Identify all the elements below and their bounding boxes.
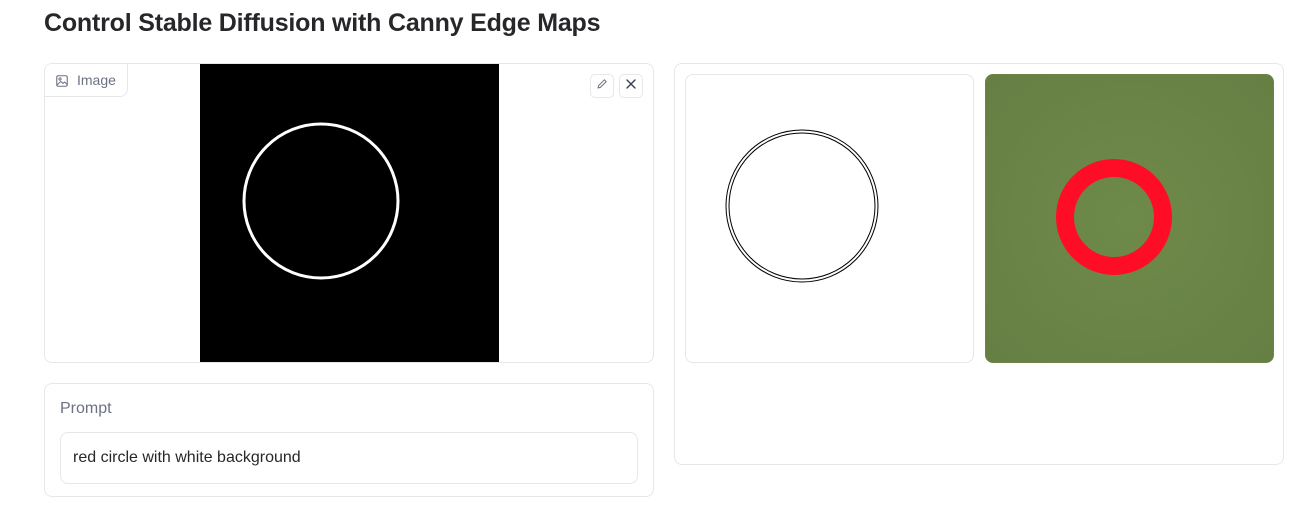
output-gallery (674, 63, 1284, 465)
image-toolbar (590, 74, 643, 98)
image-icon (56, 74, 68, 87)
edit-image-button[interactable] (590, 74, 614, 98)
pencil-icon (596, 77, 608, 95)
prompt-panel: Prompt (44, 383, 654, 497)
image-input-label-text: Image (77, 72, 116, 88)
gallery-item-canny-edge-map[interactable] (685, 74, 974, 363)
uploaded-edge-image (200, 64, 499, 362)
app-page: Control Stable Diffusion with Canny Edge… (0, 0, 1294, 505)
gallery-item-generated-image[interactable] (985, 74, 1274, 363)
prompt-input[interactable] (60, 432, 638, 484)
clear-image-button[interactable] (619, 74, 643, 98)
prompt-label: Prompt (60, 400, 112, 417)
image-input-panel[interactable]: Image (44, 63, 654, 363)
image-input-label: Image (45, 64, 128, 97)
page-title: Control Stable Diffusion with Canny Edge… (44, 9, 601, 37)
close-icon (625, 77, 637, 95)
